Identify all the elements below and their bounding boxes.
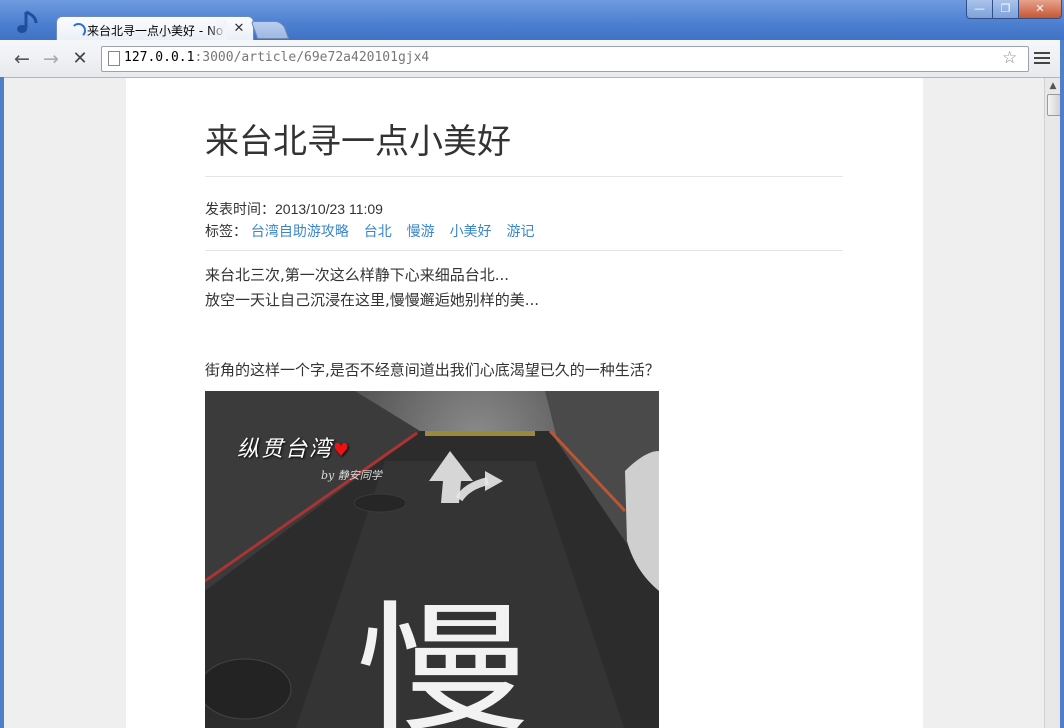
back-button[interactable]: ← <box>11 48 33 70</box>
address-bar[interactable]: 127.0.0.1:3000/article/69e72a420101gjx4 … <box>101 46 1029 72</box>
music-note-icon[interactable] <box>14 8 44 38</box>
tab-title: 来台北寻一点小美好 - Nodeblog <box>87 24 223 38</box>
photo-watermark-sub: by 静安同学 <box>321 469 382 482</box>
article-container: 来台北寻一点小美好 发表时间：2013/10/23 11:09 标签： 台湾自助… <box>126 78 923 728</box>
tag-list: 标签： 台湾自助游攻略 台北 慢游 小美好 游记 <box>205 221 545 241</box>
article-paragraph: 来台北三次,第一次这么样静下心来细品台北... <box>205 266 510 284</box>
road-marking-character: 慢 <box>355 589 531 728</box>
url-path: :3000/article/69e72a420101gjx4 <box>194 50 430 65</box>
hamburger-menu-icon[interactable] <box>1034 50 1050 66</box>
publish-time: 发表时间：2013/10/23 11:09 <box>205 199 383 219</box>
vertical-scrollbar[interactable]: ▲ <box>1044 78 1061 728</box>
page-icon <box>108 51 120 66</box>
article-photo: 纵贯台湾♥ by 静安同学 慢 <box>205 391 659 728</box>
minimize-button[interactable]: — <box>966 0 993 19</box>
article-title: 来台北寻一点小美好 <box>205 122 511 162</box>
window-titlebar: 来台北寻一点小美好 - Nodeblog ✕ — ❐ ✕ <box>0 0 1064 43</box>
tag-link[interactable]: 台北 <box>364 223 392 239</box>
tag-link[interactable]: 慢游 <box>407 223 435 239</box>
page-viewport: 来台北寻一点小美好 发表时间：2013/10/23 11:09 标签： 台湾自助… <box>4 78 1044 728</box>
publish-time-label: 发表时间： <box>205 201 275 217</box>
tag-link[interactable]: 台湾自助游攻略 <box>251 223 349 239</box>
scroll-up-icon[interactable]: ▲ <box>1047 80 1059 92</box>
maximize-button[interactable]: ❐ <box>992 0 1019 19</box>
browser-toolbar: ← → ✕ 127.0.0.1:3000/article/69e72a42010… <box>0 40 1064 78</box>
photo-watermark: 纵贯台湾♥ <box>237 437 352 462</box>
new-tab-button[interactable] <box>250 21 290 39</box>
forward-button[interactable]: → <box>40 48 62 70</box>
meta-divider <box>205 250 843 251</box>
publish-time-value: 2013/10/23 11:09 <box>275 201 383 217</box>
stop-button[interactable]: ✕ <box>69 48 91 70</box>
scrollbar-thumb[interactable] <box>1047 94 1061 116</box>
tab-close-icon[interactable]: ✕ <box>231 21 247 37</box>
tags-label: 标签： <box>205 223 247 239</box>
article-paragraph: 放空一天让自己沉浸在这里,慢慢邂逅她别样的美... <box>205 291 540 309</box>
heart-icon: ♥ <box>333 440 352 461</box>
tag-link[interactable]: 游记 <box>506 223 534 239</box>
title-divider <box>205 176 843 177</box>
window-frame-right <box>1060 40 1064 728</box>
tab-title-fade <box>207 20 227 40</box>
article-paragraph: 街角的这样一个字,是否不经意间道出我们心底渴望已久的一种生活？ <box>205 361 660 379</box>
url-host: 127.0.0.1 <box>124 50 195 65</box>
url-text[interactable]: 127.0.0.1:3000/article/69e72a420101gjx4 <box>124 50 429 65</box>
close-window-button[interactable]: ✕ <box>1018 0 1062 19</box>
tab-active[interactable]: 来台北寻一点小美好 - Nodeblog ✕ <box>56 16 254 43</box>
tag-link[interactable]: 小美好 <box>450 223 492 239</box>
bookmark-star-icon[interactable]: ☆ <box>1002 48 1017 68</box>
loading-spinner-icon <box>71 23 86 38</box>
